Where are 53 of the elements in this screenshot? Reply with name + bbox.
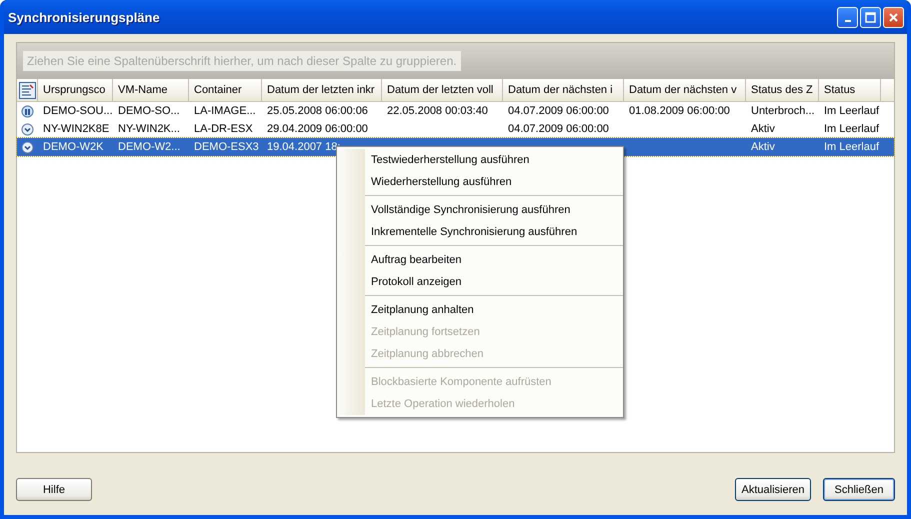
table-cell-text: Aktiv <box>750 123 776 135</box>
close-button[interactable] <box>883 6 904 28</box>
menu-item[interactable]: Vollständige Synchronisierung ausführen <box>365 199 623 221</box>
menu-item[interactable]: Zeitplanung anhalten <box>365 299 623 321</box>
minimize-button[interactable] <box>837 6 858 28</box>
help-button[interactable]: Hilfe <box>16 478 92 501</box>
menu-item[interactable]: Testwiederherstellung ausführen <box>365 149 623 171</box>
menu-item[interactable]: Inkrementelle Synchronisierung ausführen <box>365 221 623 243</box>
table-cell-text: Im Leerlauf <box>823 123 880 135</box>
table-cell-text: Im Leerlauf <box>823 105 880 117</box>
window-title: Synchronisierungspläne <box>8 10 161 24</box>
close-icon <box>888 12 899 22</box>
table-cell-text: Aktiv <box>750 141 776 153</box>
column-chooser-icon[interactable] <box>18 82 36 98</box>
menu-item[interactable]: Auftrag bearbeiten <box>365 249 623 271</box>
column-header[interactable]: Datum der nächsten i <box>503 79 624 101</box>
column-header[interactable]: VM-Name <box>113 79 189 101</box>
table-cell-text: Im Leerlauf <box>823 141 880 153</box>
table-cell-text: 01.08.2009 06:00:00 <box>628 105 731 117</box>
column-header[interactable]: Status des Z <box>746 79 819 101</box>
column-header[interactable]: Datum der letzten inkr <box>262 79 382 101</box>
table-cell-text: DEMO-SOU... <box>42 105 113 117</box>
table-cell-text: NY-WIN2K8E <box>42 123 110 135</box>
table-cell-text: Unterbroch... <box>750 105 816 117</box>
minimize-icon <box>844 20 850 22</box>
table-row[interactable]: DEMO-SOU... DEMO-SO... LA-IMAGE... 25.05.2008 06:00:06 22.05.2008 00:03:40 04.07.2009 06:00:00 01.08.2009 06:00:00 Unterbroch... Im Leerlauf <box>17 102 894 120</box>
table-cell-text: 04.07.2009 06:00:00 <box>507 123 610 135</box>
status-icon <box>21 104 34 118</box>
menu-item[interactable]: Wiederherstellung ausführen <box>365 171 623 193</box>
chevron-down-icon <box>21 140 34 154</box>
table-cell-text: 29.04.2009 06:00:00 <box>266 123 369 135</box>
maximize-button[interactable] <box>860 6 881 28</box>
table-cell-text: 22.05.2008 00:03:40 <box>386 105 489 117</box>
table-cell-text: DEMO-SO... <box>117 105 181 117</box>
table-cell-text: NY-WIN2K... <box>117 123 181 135</box>
refresh-button[interactable]: Aktualisieren <box>735 478 811 501</box>
column-header[interactable]: Status <box>819 79 881 101</box>
table-cell-text: LA-IMAGE... <box>193 105 257 117</box>
table-cell-text: DEMO-W2K <box>42 141 104 153</box>
table-cell-text: 04.07.2009 06:00:00 <box>507 105 610 117</box>
column-header[interactable]: Datum der nächsten v <box>624 79 746 101</box>
column-header[interactable]: Container <box>189 79 262 101</box>
column-header[interactable]: Ursprungsco <box>38 79 113 101</box>
table-cell-text: 25.05.2008 06:00:06 <box>266 105 369 117</box>
maximize-icon <box>865 12 876 22</box>
chevron-down-icon <box>21 122 34 136</box>
table-cell-text: DEMO-ESX3 <box>193 141 260 153</box>
table-cell-text: LA-DR-ESX <box>193 123 254 135</box>
column-header[interactable]: Datum der letzten voll <box>382 79 503 101</box>
menu-item[interactable]: Protokoll anzeigen <box>365 271 623 293</box>
table-row[interactable]: NY-WIN2K8E NY-WIN2K... LA-DR-ESX 29.04.2009 06:00:00 04.07.2009 06:00:00 Aktiv Im Leerlauf <box>17 120 894 138</box>
table-cell-text: DEMO-W2... <box>117 141 182 153</box>
close-dialog-button[interactable]: Schließen <box>823 478 895 501</box>
